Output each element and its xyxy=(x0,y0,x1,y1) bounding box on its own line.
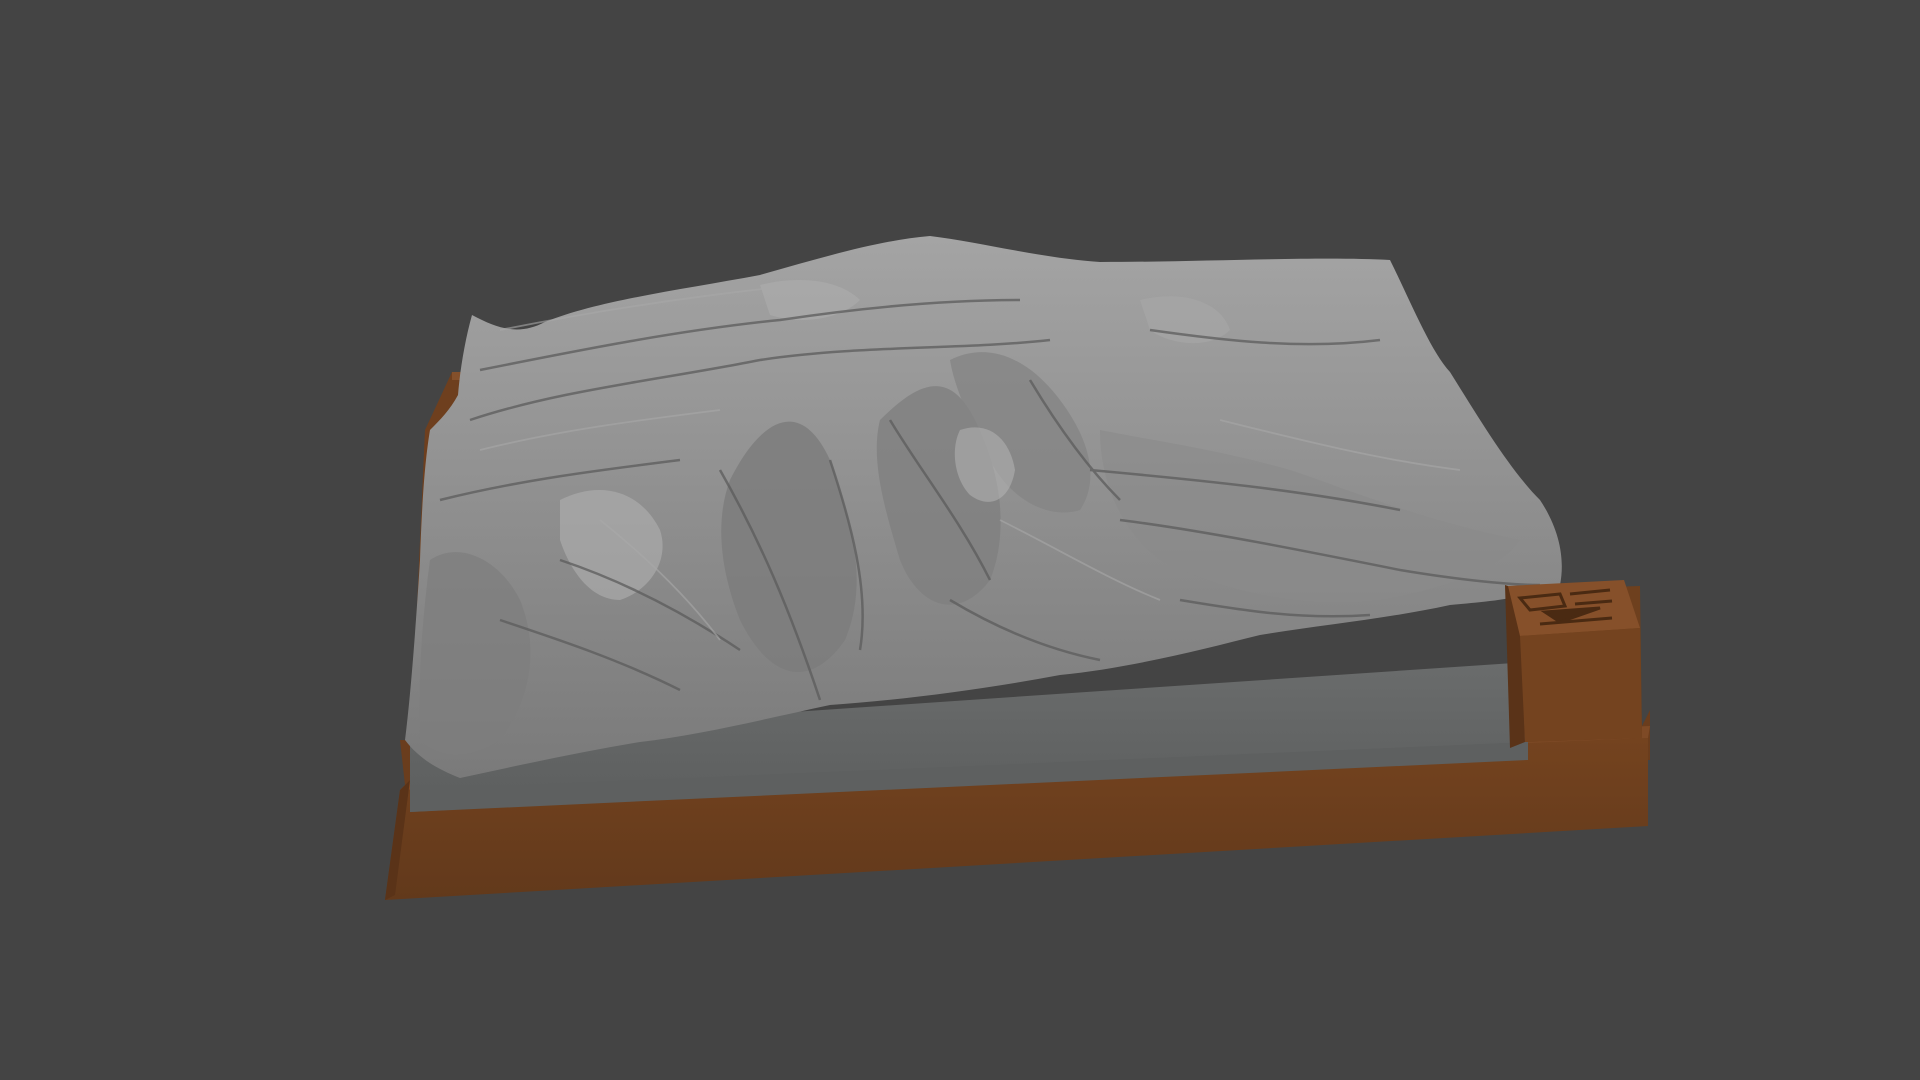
label-block xyxy=(1505,580,1642,748)
scene-canvas xyxy=(385,236,1650,900)
3d-viewport[interactable] xyxy=(0,0,1920,1080)
